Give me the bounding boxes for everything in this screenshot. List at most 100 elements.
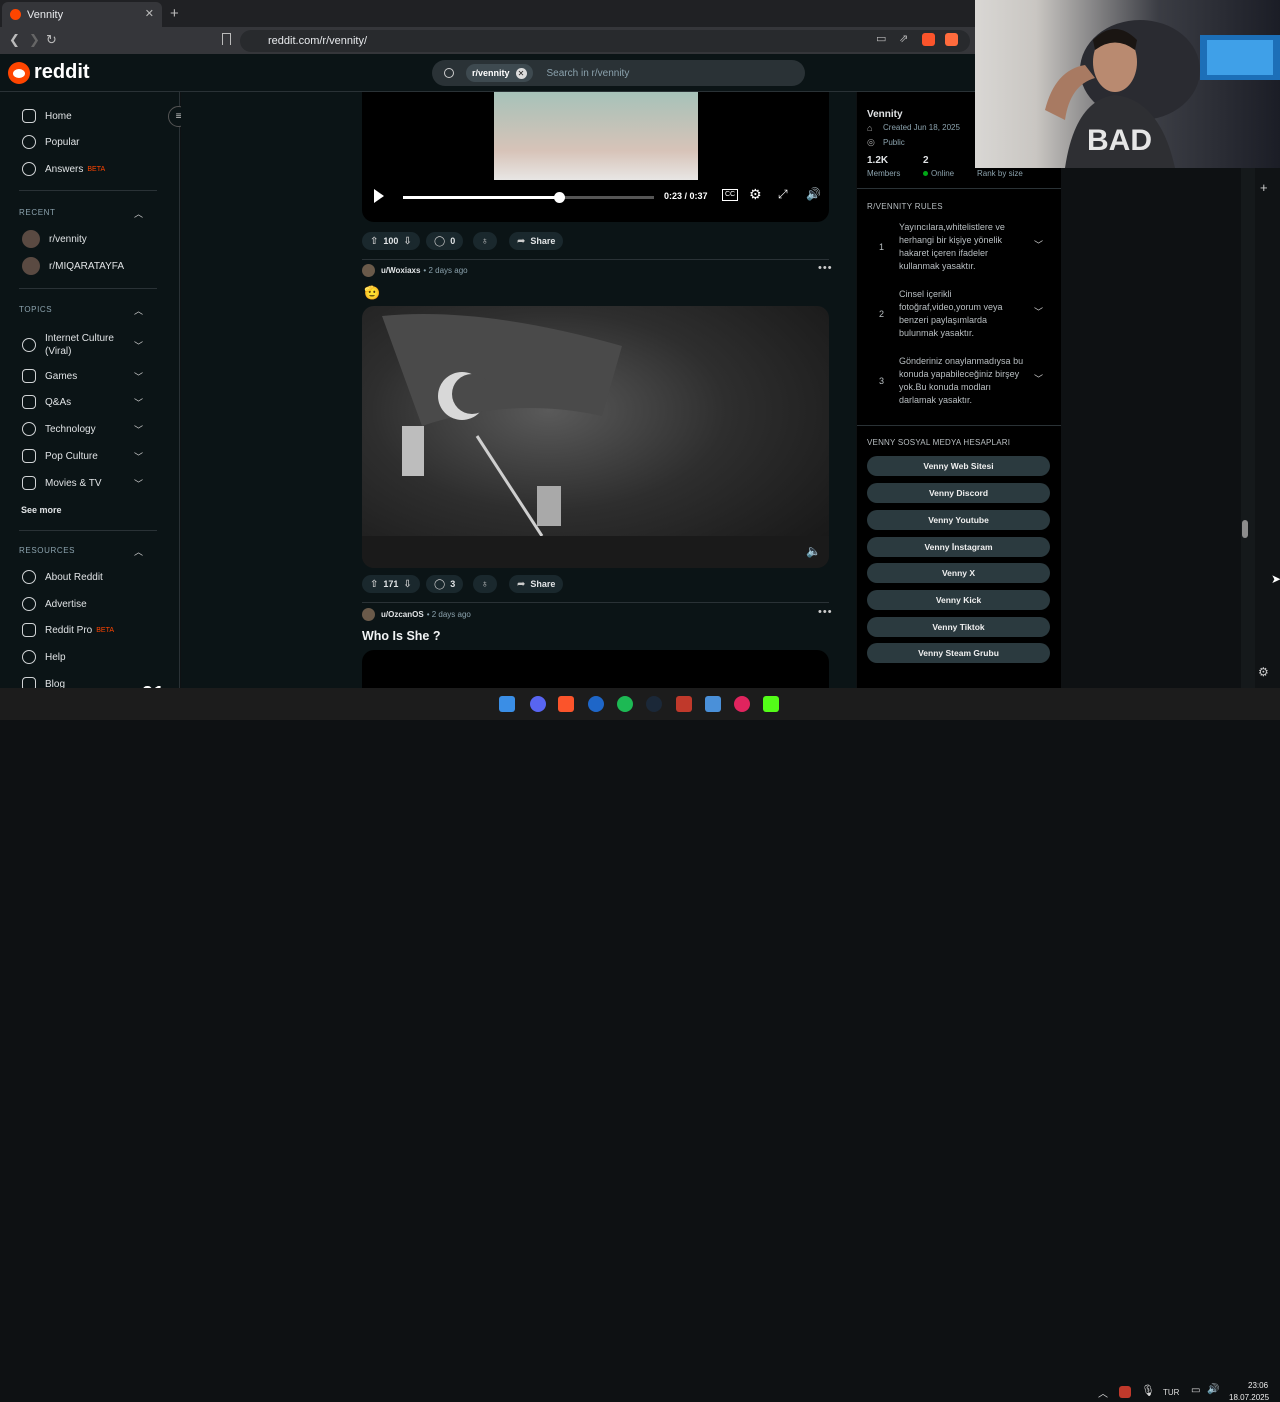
upvote-icon[interactable]: ⇧ xyxy=(370,236,378,247)
topic-internet-culture[interactable]: Internet Culture (Viral) ﹀ xyxy=(22,332,143,358)
brave-shield-icon[interactable] xyxy=(922,33,935,46)
kick-icon[interactable] xyxy=(763,696,779,712)
app-icon[interactable] xyxy=(734,696,750,712)
bookmark-icon[interactable] xyxy=(222,33,231,45)
scrollbar-thumb[interactable] xyxy=(1242,520,1248,538)
post-author-row[interactable]: u/OzcanOS • 2 days ago xyxy=(362,608,471,621)
post-video[interactable]: 🔈 xyxy=(362,306,829,568)
add-icon[interactable]: + xyxy=(1260,180,1268,195)
tray-app-icon[interactable] xyxy=(1119,1386,1131,1398)
network-icon[interactable]: ▭ xyxy=(1191,1385,1200,1396)
post-author[interactable]: u/Woxiaxs xyxy=(381,266,420,275)
topics-section-header[interactable]: TOPICS ︿ xyxy=(19,305,143,316)
resource-help[interactable]: Help xyxy=(22,647,66,667)
resource-reddit-pro[interactable]: Reddit Pro BETA xyxy=(22,620,114,640)
nav-popular[interactable]: Popular xyxy=(22,132,79,152)
share-button[interactable]: ➦ Share xyxy=(509,232,564,250)
award-button[interactable]: ♁ xyxy=(473,232,497,250)
topic-pop-culture[interactable]: Pop Culture ﹀ xyxy=(22,446,143,466)
share-page-icon[interactable]: ⇗ xyxy=(899,32,908,45)
start-icon[interactable] xyxy=(499,696,515,712)
microphone-icon[interactable]: 🎙 xyxy=(1141,1384,1155,1397)
video-player[interactable]: 0:23 / 0:37 CC ⚙ ⤢ 🔊 xyxy=(362,92,829,222)
downvote-icon[interactable]: ⇩ xyxy=(403,579,411,590)
captions-icon[interactable]: CC xyxy=(722,189,739,201)
post-title[interactable]: Who Is She ? xyxy=(362,629,440,643)
new-tab-button[interactable]: + xyxy=(170,5,179,22)
volume-icon[interactable]: 🔊 xyxy=(806,187,821,201)
clock-date[interactable]: 18.07.2025 xyxy=(1229,1393,1269,1402)
comments-button[interactable]: ◯ 0 xyxy=(426,232,464,250)
social-link-x[interactable]: Venny X xyxy=(867,563,1050,583)
rule-item[interactable]: 3 Gönderiniz onaylanmadıysa bu konuda yap… xyxy=(867,355,1052,411)
tray-chevron-icon[interactable]: ︿ xyxy=(1098,1385,1108,1400)
award-button[interactable]: ♁ xyxy=(473,575,497,593)
downvote-icon[interactable]: ⇩ xyxy=(403,236,411,247)
rule-item[interactable]: 2 Cinsel içerikli fotoğraf,video,yorum ve… xyxy=(867,288,1052,344)
seek-handle[interactable] xyxy=(553,192,565,203)
post-media[interactable] xyxy=(362,650,829,688)
social-link-instagram[interactable]: Venny İnstagram xyxy=(867,537,1050,557)
recent-item-miqaratayfa[interactable]: r/MIQARATAYFA xyxy=(22,256,124,276)
nav-answers[interactable]: Answers BETA xyxy=(22,159,105,179)
reddit-logo[interactable]: reddit xyxy=(8,61,90,84)
browser-tab[interactable]: Vennity ✕ xyxy=(2,2,162,27)
social-link-kick[interactable]: Venny Kick xyxy=(867,590,1050,610)
resources-section-header[interactable]: RESOURCES ︿ xyxy=(19,546,143,557)
upvote-icon[interactable]: ⇧ xyxy=(370,579,378,590)
rank-by-size-link[interactable]: Rank by size xyxy=(977,169,1023,178)
speaker-icon[interactable]: 🔊 xyxy=(1207,1384,1219,1395)
resource-blog[interactable]: Blog xyxy=(22,674,65,688)
back-icon[interactable]: ❮ xyxy=(9,32,20,48)
cast-icon[interactable]: ▭ xyxy=(876,32,886,45)
topic-technology[interactable]: Technology ﹀ xyxy=(22,419,143,439)
video-seek-bar[interactable] xyxy=(403,192,654,203)
vote-group[interactable]: ⇧ 100 ⇩ xyxy=(362,232,420,250)
fullscreen-icon[interactable]: ⤢ xyxy=(778,187,788,202)
brave-rewards-icon[interactable] xyxy=(945,33,958,46)
forward-icon[interactable]: ❯ xyxy=(29,32,40,48)
topic-movies-tv[interactable]: Movies & TV ﹀ xyxy=(22,473,143,493)
nav-home[interactable]: Home xyxy=(22,106,72,126)
topic-qas[interactable]: Q&As ﹀ xyxy=(22,392,143,412)
social-link-web[interactable]: Venny Web Sitesi xyxy=(867,456,1050,476)
steam-icon[interactable] xyxy=(646,696,662,712)
spotify-icon[interactable] xyxy=(617,696,633,712)
settings-gear-icon[interactable]: ⚙ xyxy=(749,186,762,203)
app-icon[interactable] xyxy=(588,696,604,712)
social-link-steam[interactable]: Venny Steam Grubu xyxy=(867,643,1050,663)
post-author[interactable]: u/OzcanOS xyxy=(381,610,424,619)
app-icon[interactable] xyxy=(676,696,692,712)
more-options-icon[interactable]: ••• xyxy=(818,262,833,274)
search-bar[interactable]: r/vennity ✕ Search in r/vennity xyxy=(432,60,805,86)
post-author-row[interactable]: u/Woxiaxs • 2 days ago xyxy=(362,264,468,277)
tab-close-icon[interactable]: ✕ xyxy=(145,7,154,20)
rule-item[interactable]: 1 Yayıncılara,whitelistlere ve herhangi b… xyxy=(867,221,1052,277)
clear-chip-icon[interactable]: ✕ xyxy=(515,67,527,79)
share-button[interactable]: ➦ Share xyxy=(509,575,564,593)
app-icon[interactable] xyxy=(705,696,721,712)
address-bar[interactable]: reddit.com/r/vennity/ xyxy=(240,30,970,52)
scrollbar[interactable] xyxy=(1241,168,1255,688)
see-more-link[interactable]: See more xyxy=(21,500,62,520)
mute-icon[interactable]: 🔈 xyxy=(806,544,821,558)
recent-section-header[interactable]: RECENT ︿ xyxy=(19,208,143,219)
clock-time[interactable]: 23:06 xyxy=(1248,1381,1268,1390)
discord-icon[interactable] xyxy=(530,696,546,712)
community-filter-chip[interactable]: r/vennity ✕ xyxy=(466,64,533,82)
vote-group[interactable]: ⇧ 171 ⇩ xyxy=(362,575,420,593)
topic-games[interactable]: Games ﹀ xyxy=(22,366,143,386)
resource-advertise[interactable]: Advertise xyxy=(22,594,87,614)
settings-icon[interactable]: ⚙ xyxy=(1258,665,1269,679)
recent-item-vennity[interactable]: r/vennity xyxy=(22,229,87,249)
reload-icon[interactable]: ↻ xyxy=(46,32,57,48)
social-link-youtube[interactable]: Venny Youtube xyxy=(867,510,1050,530)
social-link-tiktok[interactable]: Venny Tiktok xyxy=(867,617,1050,637)
brave-icon[interactable] xyxy=(558,696,574,712)
resource-about[interactable]: About Reddit xyxy=(22,567,103,587)
language-indicator[interactable]: TUR xyxy=(1163,1388,1179,1397)
more-options-icon[interactable]: ••• xyxy=(818,606,833,618)
play-icon[interactable] xyxy=(374,189,384,203)
comments-button[interactable]: ◯ 3 xyxy=(426,575,464,593)
social-link-discord[interactable]: Venny Discord xyxy=(867,483,1050,503)
